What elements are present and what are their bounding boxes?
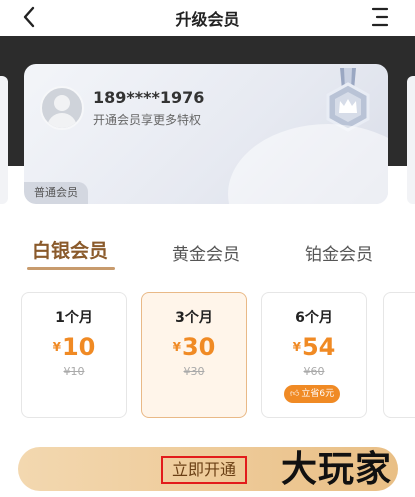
user-phone: 189****1976 <box>93 88 205 107</box>
medal-icon <box>326 68 370 132</box>
currency-symbol: ¥ <box>292 340 301 354</box>
savings-badge: 👍︎ 立省6元 <box>284 385 341 403</box>
menu-button[interactable] <box>371 6 389 28</box>
plan-name: 3个月 <box>175 310 213 326</box>
next-card-peek <box>407 76 415 204</box>
subscribe-button-label[interactable]: 立即开通 <box>161 456 247 484</box>
card-subtitle: 开通会员享更多特权 <box>93 113 202 127</box>
currency-symbol: ¥ <box>52 340 61 354</box>
plan-name: 1个月 <box>55 310 93 326</box>
price-value: 10 <box>61 333 96 361</box>
original-price: ¥30 <box>183 365 205 378</box>
plan-price: ¥54 <box>262 333 366 361</box>
user-avatar-icon[interactable] <box>40 86 84 130</box>
tab-gold[interactable]: 黄金会员 <box>172 240 240 265</box>
plan-price: ¥10 <box>22 333 126 361</box>
active-tab-indicator <box>27 267 115 270</box>
tab-platinum[interactable]: 铂金会员 <box>305 240 373 265</box>
currency-symbol: ¥ <box>172 340 181 354</box>
top-bar: 升级会员 <box>0 0 415 36</box>
original-price: ¥60 <box>303 365 325 378</box>
watermark-text: 大玩家 <box>281 449 393 490</box>
tab-silver[interactable]: 白银会员 <box>32 236 108 263</box>
prev-card-peek <box>0 76 8 204</box>
plan-price: ¥30 <box>142 333 246 361</box>
price-value: 30 <box>181 333 216 361</box>
thumbs-up-icon: 👍︎ <box>290 389 300 399</box>
page-title: 升级会员 <box>175 10 240 29</box>
plan-name: 6个月 <box>295 310 333 326</box>
menu-icon <box>371 7 389 27</box>
plan-card-1-month[interactable]: 1个月 ¥10 ¥10 <box>21 292 127 418</box>
member-card: 189****1976 开通会员享更多特权 普通会员 <box>24 64 388 204</box>
plan-card-3-months[interactable]: 3个月 ¥30 ¥30 <box>141 292 247 418</box>
original-price: ¥10 <box>63 365 85 378</box>
savings-label: 立省6元 <box>301 389 335 399</box>
next-plan-peek[interactable] <box>383 292 415 418</box>
plan-card-6-months[interactable]: 6个月 ¥54 ¥60 👍︎ 立省6元 <box>261 292 367 418</box>
price-value: 54 <box>301 333 336 361</box>
member-level-badge: 普通会员 <box>24 182 88 204</box>
